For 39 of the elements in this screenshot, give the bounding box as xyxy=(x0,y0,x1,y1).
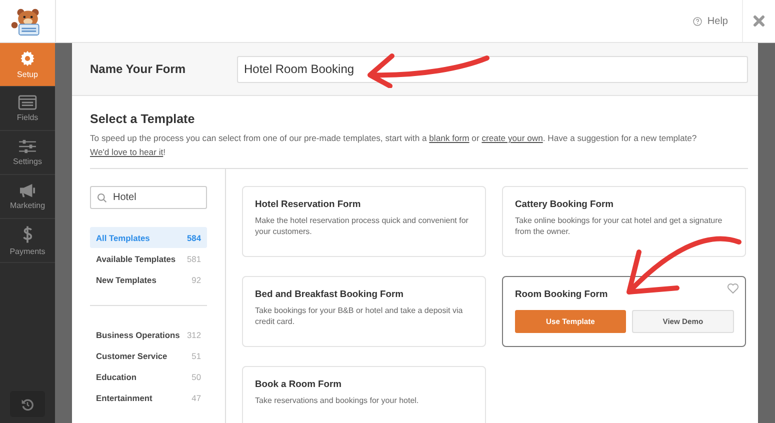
list-icon xyxy=(18,95,37,110)
gear-icon xyxy=(19,50,36,67)
category-item[interactable]: Education 50 xyxy=(90,366,207,387)
filter-item[interactable]: Available Templates 581 xyxy=(90,248,207,269)
search-field[interactable]: Hotel xyxy=(90,186,207,209)
template-title: Room Booking Form xyxy=(515,288,609,299)
undo-icon xyxy=(21,398,34,410)
template-description: Take bookings for your B&B or hotel and take a deposit via credit card. xyxy=(255,305,464,327)
template-title: Book a Room Form xyxy=(255,378,342,389)
filter-item[interactable]: New Templates 92 xyxy=(90,269,207,290)
template-description: Take reservations and bookings for your hotel. xyxy=(255,395,420,406)
template-title: Cattery Booking Form xyxy=(515,198,614,209)
search-icon xyxy=(97,192,107,202)
name-form-label: Name Your Form xyxy=(90,62,187,76)
category-item[interactable]: Customer Service 51 xyxy=(90,345,207,366)
category-item[interactable]: Entertainment 47 xyxy=(90,387,207,408)
text-link[interactable]: We'd love to hear it xyxy=(90,147,164,157)
template-title: Bed and Breakfast Booking Form xyxy=(255,288,404,299)
template-card[interactable]: Bed and Breakfast Booking Form Take bookings for your B&B or hotel and take a deposit via credit card. xyxy=(242,276,486,347)
heart-icon[interactable] xyxy=(727,283,739,294)
template-card[interactable]: Cattery Booking Form Take online bookings for your cat hotel and get a signature from the owner. xyxy=(502,186,746,257)
history-button[interactable] xyxy=(10,391,45,417)
template-title: Hotel Reservation Form xyxy=(255,198,362,209)
section-description: To speed up the process you can select from one of our pre-made templates, start with a blank form or create your own. Have a suggestion for a new template? We'd love to hear it! xyxy=(90,132,698,159)
section-title: Select a Template xyxy=(90,112,196,126)
sliders-icon xyxy=(18,139,37,154)
template-description: Take online bookings for your cat hotel and get a signature from the owner. xyxy=(515,215,724,237)
template-card[interactable]: Book a Room Form Take reservations and bookings for your hotel. xyxy=(242,366,486,423)
text-link[interactable]: blank form xyxy=(429,133,470,143)
help-button[interactable]: Help xyxy=(679,0,742,42)
text-link[interactable]: create your own xyxy=(482,133,543,143)
form-name-field[interactable]: Hotel Room Booking xyxy=(237,56,748,82)
close-icon[interactable] xyxy=(753,15,765,27)
dollar-icon xyxy=(22,225,33,244)
question-icon xyxy=(693,16,702,26)
category-item[interactable]: Business Operations 312 xyxy=(90,324,207,345)
megaphone-icon xyxy=(18,183,37,198)
template-card[interactable]: Hotel Reservation Form Make the hotel reservation process quick and convenient for your customers. xyxy=(242,186,486,257)
template-description: Make the hotel reservation process quick and convenient for your customers. xyxy=(255,215,470,237)
